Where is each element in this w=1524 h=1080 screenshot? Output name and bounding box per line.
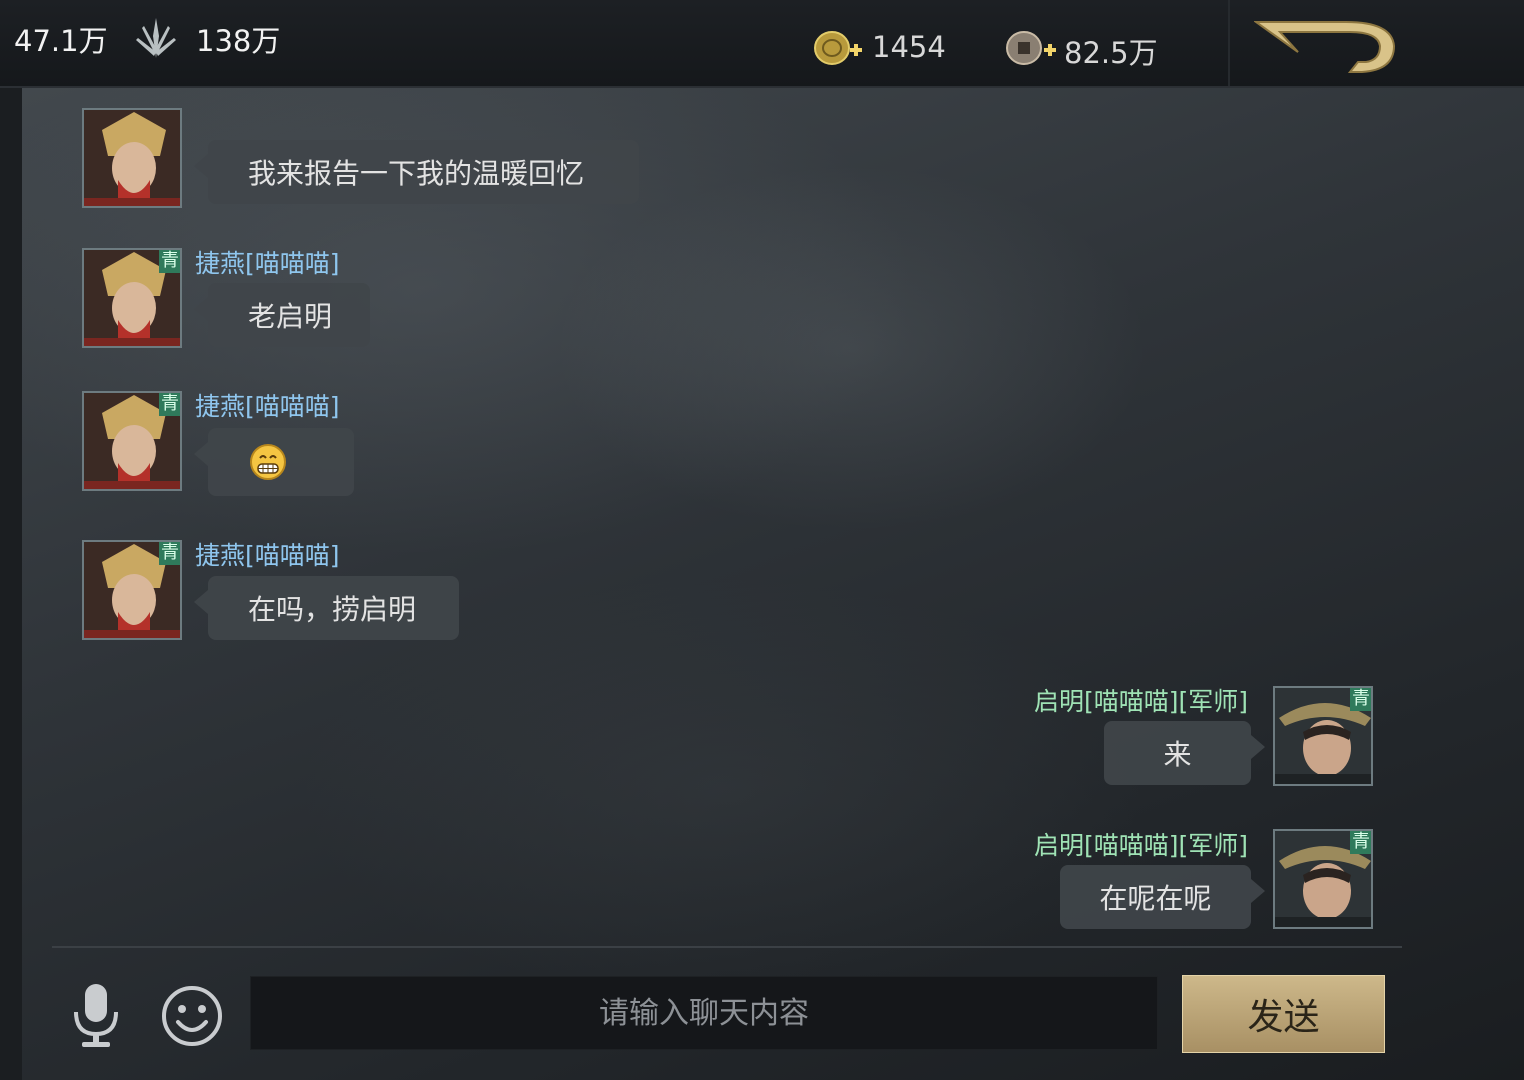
- message-bubble[interactable]: 在呢在呢: [1060, 865, 1265, 929]
- grinning-emoji-icon: [250, 444, 286, 480]
- gold-value: 1454: [872, 30, 946, 64]
- warrior-avatar-icon: [84, 110, 180, 206]
- rank-badge: 青: [1350, 688, 1371, 711]
- input-divider: [52, 946, 1402, 948]
- rank-badge: 青: [159, 393, 180, 416]
- troops-icon: [136, 18, 176, 58]
- rank-badge: 青: [159, 542, 180, 565]
- coin-icon[interactable]: [1004, 28, 1058, 68]
- top-resource-bar: 47.1万 138万 1454 82.5万: [0, 0, 1524, 88]
- message-bubble[interactable]: 在吗，捞启明: [194, 576, 459, 640]
- send-button[interactable]: 发送: [1182, 975, 1385, 1053]
- panel-left-edge: [0, 88, 22, 1080]
- rank-badge: 青: [159, 250, 180, 273]
- power-value: 47.1万: [14, 24, 108, 58]
- avatar[interactable]: 青: [82, 248, 182, 348]
- sender-name[interactable]: 捷燕[喵喵喵]: [195, 536, 340, 572]
- rank-badge: 青: [1350, 831, 1371, 854]
- avatar[interactable]: [82, 108, 182, 208]
- troops-value: 138万: [196, 24, 281, 58]
- sender-name[interactable]: 捷燕[喵喵喵]: [195, 244, 340, 280]
- mic-icon[interactable]: [70, 982, 122, 1048]
- message-bubble[interactable]: 来: [1104, 721, 1265, 785]
- sender-name[interactable]: 捷燕[喵喵喵]: [195, 387, 340, 423]
- back-icon[interactable]: [1254, 18, 1404, 76]
- message-bubble[interactable]: [194, 428, 354, 496]
- avatar[interactable]: 青: [1273, 829, 1373, 929]
- avatar[interactable]: 青: [1273, 686, 1373, 786]
- chat-input[interactable]: [250, 976, 1158, 1050]
- sender-name[interactable]: 启明[喵喵喵][军师]: [1034, 682, 1248, 718]
- gold-icon[interactable]: [812, 28, 864, 68]
- message-bubble[interactable]: 老启明: [194, 283, 370, 347]
- emoji-icon[interactable]: [160, 984, 224, 1048]
- avatar[interactable]: 青: [82, 540, 182, 640]
- sender-name[interactable]: 启明[喵喵喵][军师]: [1034, 826, 1248, 862]
- coin-value: 82.5万: [1064, 36, 1158, 70]
- topbar-divider: [1228, 0, 1230, 86]
- avatar[interactable]: 青: [82, 391, 182, 491]
- message-bubble[interactable]: 我来报告一下我的温暖回忆: [194, 140, 639, 204]
